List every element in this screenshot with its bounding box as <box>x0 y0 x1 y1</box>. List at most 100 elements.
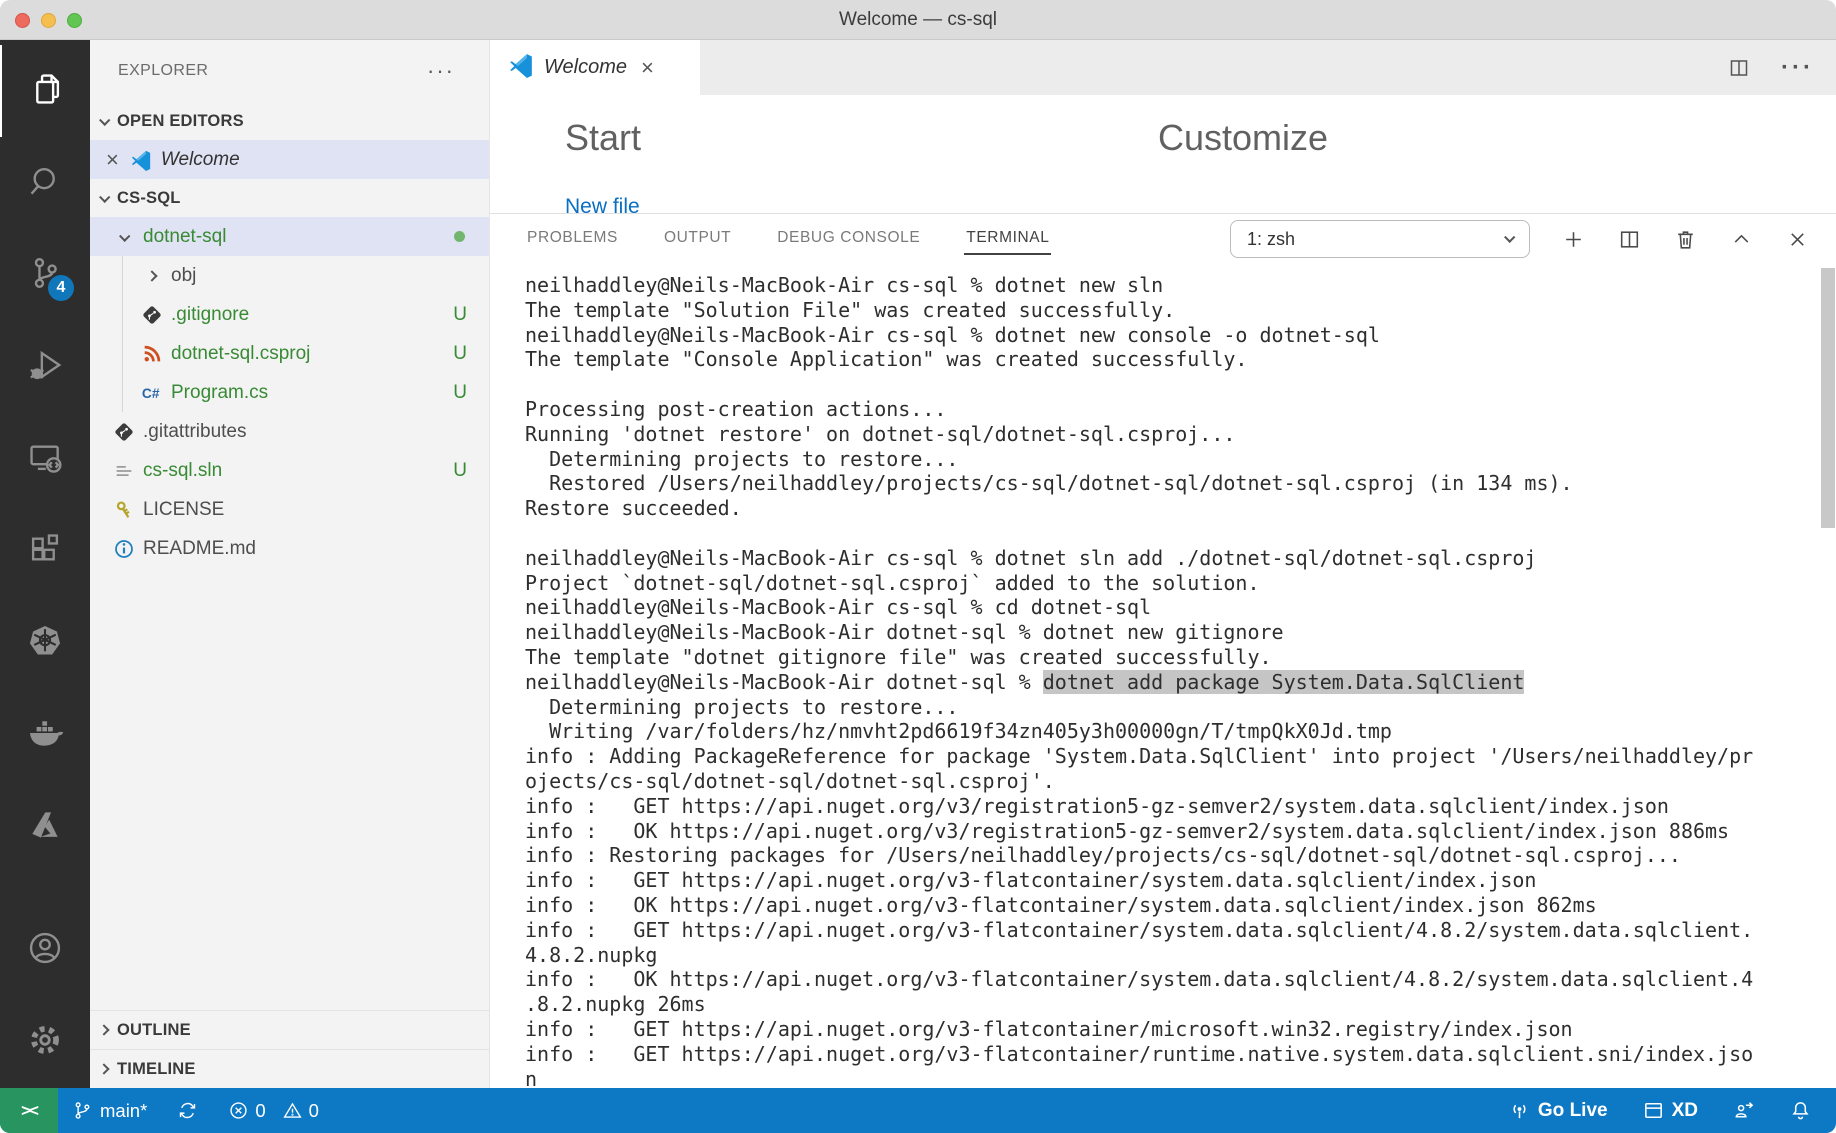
remote-indicator[interactable]: >< <box>0 1088 58 1133</box>
terminal-line: .8.2.nupkg 26ms <box>525 992 706 1017</box>
terminal-line: Project `dotnet-sql/dotnet-sql.csproj` a… <box>525 570 1260 595</box>
tree-item-dotnet-sql-csproj[interactable]: dotnet-sql.csproj U <box>90 334 489 373</box>
minimize-window-button[interactable] <box>41 12 56 28</box>
open-editors-section[interactable]: OPEN EDITORS <box>90 102 489 140</box>
indent-guide <box>122 373 123 412</box>
terminal-line: neilhaddley@Neils-MacBook-Air cs-sql % d… <box>525 322 1380 347</box>
activity-source-control[interactable]: 4 <box>0 229 90 321</box>
files-icon <box>27 70 65 113</box>
tree-item-obj[interactable]: obj <box>90 256 489 295</box>
tree-item-license[interactable]: LICENSE <box>90 490 489 529</box>
activity-search[interactable] <box>0 137 90 229</box>
project-section[interactable]: CS-SQL <box>90 179 489 217</box>
split-editor-icon[interactable] <box>1727 56 1751 80</box>
activity-azure[interactable] <box>0 781 90 873</box>
terminal-line: neilhaddley@Neils-MacBook-Air cs-sql % d… <box>525 273 1164 297</box>
maximize-window-button[interactable] <box>67 12 82 28</box>
terminal-shell-select[interactable]: 1: zsh <box>1230 220 1530 258</box>
terminal-line: Restored /Users/neilhaddley/projects/cs-… <box>525 471 1573 496</box>
tab-welcome[interactable]: Welcome × <box>490 40 700 95</box>
panel-tab-problems[interactable]: PROBLEMS <box>525 223 620 255</box>
terminal-line: info : OK https://api.nuget.org/v3-flatc… <box>525 892 1597 917</box>
chevron-right-icon <box>98 1063 110 1075</box>
tree-item-program-cs[interactable]: C# Program.cs U <box>90 373 489 412</box>
panel-header: PROBLEMS OUTPUT DEBUG CONSOLE TERMINAL 1: z… <box>490 214 1836 264</box>
kill-terminal-icon[interactable] <box>1673 227 1698 252</box>
status-bar: >< main* 0 0 Go Live XD <box>0 1088 1836 1133</box>
activity-extensions[interactable] <box>0 505 90 597</box>
chevron-down-icon <box>112 230 136 242</box>
panel-tab-terminal[interactable]: TERMINAL <box>964 223 1052 255</box>
open-editor-label: Welcome <box>160 148 240 170</box>
activity-accounts[interactable] <box>0 904 90 996</box>
tree-item-label: .gitignore <box>171 303 250 325</box>
terminal-line: info : GET https://api.nuget.org/v3-flat… <box>525 868 1537 893</box>
tree-item--gitignore[interactable]: .gitignore U <box>90 295 489 334</box>
key-icon <box>112 498 136 522</box>
git-branch-status[interactable]: main* <box>72 1100 147 1122</box>
indent-guide <box>122 295 123 334</box>
activity-bar: 4 <box>0 40 90 1088</box>
open-editor-item[interactable]: × Welcome <box>90 140 489 179</box>
maximize-panel-icon[interactable] <box>1729 227 1754 252</box>
terminal-line: info : GET https://api.nuget.org/v3-flat… <box>525 1016 1573 1041</box>
activity-bar-bottom <box>0 904 90 1088</box>
activity-run-debug[interactable] <box>0 321 90 413</box>
xd-button[interactable]: XD <box>1642 1099 1698 1122</box>
tree-item-readme-md[interactable]: README.md <box>90 529 489 568</box>
close-window-button[interactable] <box>15 12 30 28</box>
terminal-line: The template "Solution File" was created… <box>525 297 1176 322</box>
timeline-section[interactable]: TIMELINE <box>90 1049 489 1088</box>
git-status-badge: U <box>453 342 467 364</box>
search-icon <box>26 162 64 205</box>
sidebar-header: EXPLORER ··· <box>90 40 489 102</box>
activity-kubernetes[interactable] <box>0 597 90 689</box>
csharp-icon: C# <box>140 381 164 405</box>
notifications-button[interactable] <box>1789 1099 1812 1122</box>
vscode-window: Welcome — cs-sql 4 EXPLORER ··· OPEN EDI… <box>0 0 1836 1133</box>
git-icon <box>140 303 164 327</box>
panel-tab-debug-console[interactable]: DEBUG CONSOLE <box>775 223 922 255</box>
editor-tab-bar: Welcome × ··· <box>490 40 1836 95</box>
feedback-button[interactable] <box>1732 1099 1755 1122</box>
remote-icon <box>26 438 64 481</box>
more-actions-icon[interactable]: ··· <box>427 58 455 84</box>
git-status-badge: U <box>453 381 467 403</box>
window-icon <box>1644 1103 1662 1118</box>
activity-settings[interactable] <box>0 996 90 1088</box>
terminal-line: Processing post-creation actions... <box>525 396 947 421</box>
activity-docker[interactable] <box>0 689 90 781</box>
sync-icon <box>180 1102 196 1119</box>
terminal-line: info : Adding PackageReference for packa… <box>525 744 1754 769</box>
editor-area: Welcome × ··· Start Customize New file P… <box>490 40 1836 1088</box>
outline-section[interactable]: OUTLINE <box>90 1010 489 1049</box>
tree-item-label: dotnet-sql <box>143 225 227 247</box>
terminal-line: info : GET https://api.nuget.org/v3/regi… <box>525 793 1669 818</box>
terminal-line: The template "Console Application" was c… <box>525 347 1248 372</box>
terminal-scrollbar[interactable] <box>1821 268 1835 528</box>
chevron-down-icon <box>99 191 111 203</box>
terminal-line: 4.8.2.nupkg <box>525 942 658 967</box>
close-tab-icon[interactable]: × <box>641 56 654 79</box>
terminal-line: info : GET https://api.nuget.org/v3-flat… <box>525 917 1754 942</box>
problems-status[interactable]: 0 0 <box>228 1100 319 1122</box>
customize-heading: Customize <box>1158 117 1329 158</box>
go-live-button[interactable]: Go Live <box>1508 1099 1608 1122</box>
split-terminal-icon[interactable] <box>1617 227 1642 252</box>
activity-explorer[interactable] <box>0 45 90 137</box>
activity-remote-explorer[interactable] <box>0 413 90 505</box>
tree-item-dotnet-sql[interactable]: dotnet-sql <box>90 217 489 256</box>
tree-item--gitattributes[interactable]: .gitattributes <box>90 412 489 451</box>
tree-item-cs-sql-sln[interactable]: cs-sql.sln U <box>90 451 489 490</box>
new-terminal-icon[interactable] <box>1561 227 1586 252</box>
tree-item-label: README.md <box>143 537 256 559</box>
editor-more-actions-icon[interactable]: ··· <box>1781 54 1814 82</box>
terminal-output[interactable]: neilhaddley@Neils-MacBook-Air cs-sql % d… <box>490 264 1836 1088</box>
panel-tab-output[interactable]: OUTPUT <box>662 223 733 255</box>
close-editor-icon[interactable]: × <box>106 148 119 171</box>
close-panel-icon[interactable] <box>1785 227 1810 252</box>
tree-item-label: .gitattributes <box>143 420 247 442</box>
new-file-link[interactable]: New file <box>565 195 640 213</box>
sync-status[interactable] <box>177 1100 198 1121</box>
go-live-label: Go Live <box>1537 1099 1608 1121</box>
